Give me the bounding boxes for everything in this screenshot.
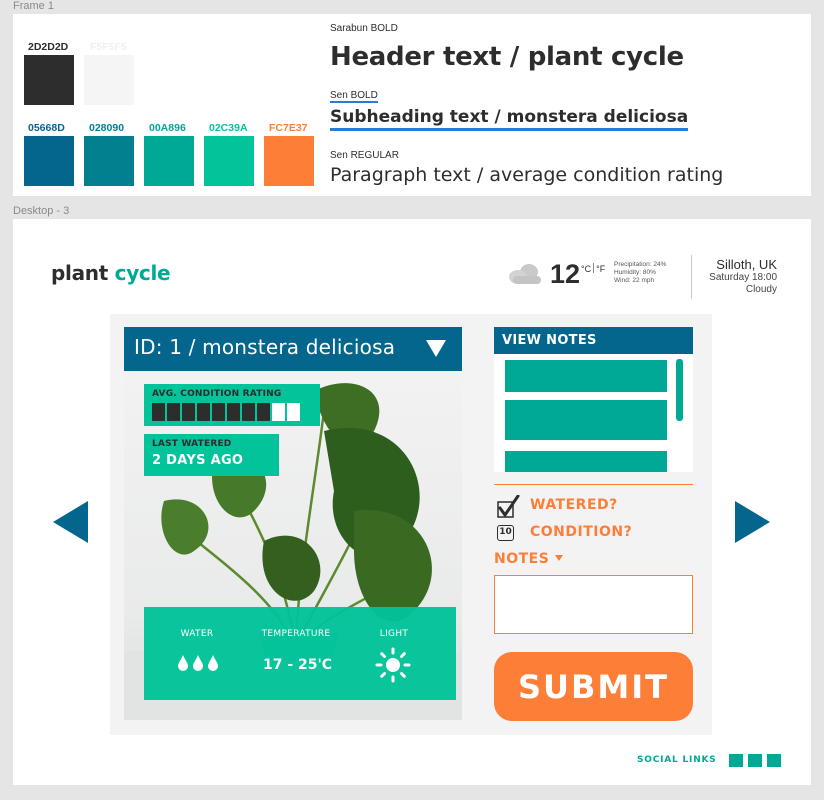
notes-scrollbar[interactable] xyxy=(676,359,683,421)
rating-square-filled xyxy=(197,403,210,421)
divider xyxy=(494,484,693,485)
sun-icon xyxy=(375,647,411,683)
note-item[interactable] xyxy=(505,360,667,392)
plant-card: ID: 1 / monstera deliciosa AVG. CONDITIO… xyxy=(124,327,462,720)
swatch-navy xyxy=(24,136,74,186)
condition-row[interactable]: 10 CONDITION? xyxy=(494,522,693,544)
submit-button[interactable]: SUBMIT xyxy=(494,652,693,721)
wind: Wind: 22 mph xyxy=(614,277,655,284)
water-drops-icon xyxy=(178,655,218,671)
subheading-sample: Subheading text / monstera deliciosa xyxy=(330,107,689,131)
notes-list xyxy=(494,354,693,472)
temperature-range: 17 - 25'C xyxy=(263,657,333,673)
social-links-label: SOCIAL LINKS xyxy=(637,755,717,765)
swatch-label-light: F5F5F5 xyxy=(90,41,127,53)
para-font-label: Sen REGULAR xyxy=(330,150,399,161)
cloud-icon xyxy=(509,264,541,284)
rating-square-filled xyxy=(212,403,225,421)
rating-square-filled xyxy=(167,403,180,421)
swatch-label-teal: 00A896 xyxy=(149,122,186,134)
checkbox-checked-icon[interactable] xyxy=(495,495,521,519)
previous-plant-arrow-icon[interactable] xyxy=(53,501,88,543)
swatch-mint xyxy=(204,136,254,186)
unit-celsius[interactable]: °C xyxy=(581,264,591,274)
humidity: Humidity: 80% xyxy=(614,269,656,276)
last-watered-value: 2 DAYS AGO xyxy=(152,453,244,468)
social-link-3-icon[interactable] xyxy=(767,754,781,767)
swatch-teal xyxy=(144,136,194,186)
caret-down-icon xyxy=(555,555,564,561)
swatch-label-navy: 05668D xyxy=(28,122,65,134)
condition-label: CONDITION? xyxy=(530,524,633,540)
light-label: LIGHT xyxy=(379,629,409,639)
note-item[interactable] xyxy=(505,400,667,440)
precipitation: Precipitation: 24% xyxy=(614,261,667,268)
swatch-dark xyxy=(24,55,74,105)
weather-details: Precipitation: 24% Humidity: 80% Wind: 2… xyxy=(614,261,666,285)
condition-rating-box: AVG. CONDITION RATING xyxy=(144,384,320,426)
condition-value-input[interactable]: 10 xyxy=(497,525,514,541)
swatch-label-orange: FC7E37 xyxy=(269,122,308,134)
swatch-label-mint: 02C39A xyxy=(209,122,248,134)
view-notes-button[interactable]: VIEW NOTES xyxy=(494,327,693,354)
location-city: Silloth, UK xyxy=(716,257,777,272)
condition-rating-label: AVG. CONDITION RATING xyxy=(152,389,282,399)
swatch-label-dark: 2D2D2D xyxy=(28,41,69,53)
rating-square-filled xyxy=(182,403,195,421)
location-datetime: Saturday 18:00 xyxy=(709,272,777,283)
weather-condition: Cloudy xyxy=(745,284,777,295)
plant-dropdown-icon[interactable] xyxy=(426,340,446,357)
temperature-value: 12 xyxy=(550,259,581,289)
style-guide-frame: 2D2D2D F5F5F5 05668D 028090 00A896 02C39… xyxy=(13,14,811,196)
condition-rating-meter xyxy=(152,403,300,421)
weather-divider xyxy=(691,255,692,299)
care-info-box: WATER TEMPERATURE 17 - 25'C LIGHT xyxy=(144,607,456,700)
rating-square-empty xyxy=(272,403,285,421)
logo-text-cycle: cycle xyxy=(114,261,171,285)
paragraph-sample: Paragraph text / average condition ratin… xyxy=(330,164,724,186)
social-link-1-icon[interactable] xyxy=(729,754,743,767)
notes-toggle-label: NOTES xyxy=(494,551,550,567)
swatch-orange xyxy=(264,136,314,186)
desktop-frame: plant cycle 12 °C °F Precipitation: 24% H… xyxy=(13,219,811,785)
frame-1-label: Frame 1 xyxy=(13,0,54,12)
rating-square-filled xyxy=(257,403,270,421)
note-item[interactable] xyxy=(505,451,667,472)
header-font-label: Sarabun BOLD xyxy=(330,23,398,34)
next-plant-arrow-icon[interactable] xyxy=(735,501,770,543)
app-logo[interactable]: plant cycle xyxy=(51,261,171,285)
last-watered-label: LAST WATERED xyxy=(152,439,232,449)
view-notes-label: VIEW NOTES xyxy=(502,333,597,348)
rating-square-filled xyxy=(242,403,255,421)
swatch-teal-dark xyxy=(84,136,134,186)
rating-square-filled xyxy=(227,403,240,421)
temperature-label: TEMPERATURE xyxy=(261,629,331,639)
water-label: WATER xyxy=(180,629,214,639)
plant-title: ID: 1 / monstera deliciosa xyxy=(134,335,396,359)
watered-check-row[interactable]: WATERED? xyxy=(494,495,693,519)
desktop-3-label: Desktop - 3 xyxy=(13,205,70,217)
swatch-label-teal-dark: 028090 xyxy=(89,122,125,134)
rating-square-empty xyxy=(287,403,300,421)
swatch-light xyxy=(84,55,134,105)
temperature-units: °C °F xyxy=(581,263,605,274)
notes-input[interactable] xyxy=(494,575,693,634)
weather-widget: 12 °C °F Precipitation: 24% Humidity: 80%… xyxy=(507,255,777,299)
notes-toggle[interactable]: NOTES xyxy=(494,551,564,567)
logo-text-plant: plant xyxy=(51,261,115,285)
social-link-2-icon[interactable] xyxy=(748,754,762,767)
plant-panel: ID: 1 / monstera deliciosa AVG. CONDITIO… xyxy=(110,314,712,735)
plant-header[interactable]: ID: 1 / monstera deliciosa xyxy=(124,327,462,371)
rating-square-filled xyxy=(152,403,165,421)
location-block: Silloth, UK Saturday 18:00 Cloudy xyxy=(709,257,777,296)
unit-fahrenheit[interactable]: °F xyxy=(596,264,605,274)
header-sample: Header text / plant cycle xyxy=(330,42,684,72)
last-watered-box: LAST WATERED 2 DAYS AGO xyxy=(144,434,279,476)
watered-label: WATERED? xyxy=(530,497,618,513)
sub-font-label: Sen BOLD xyxy=(330,90,378,103)
